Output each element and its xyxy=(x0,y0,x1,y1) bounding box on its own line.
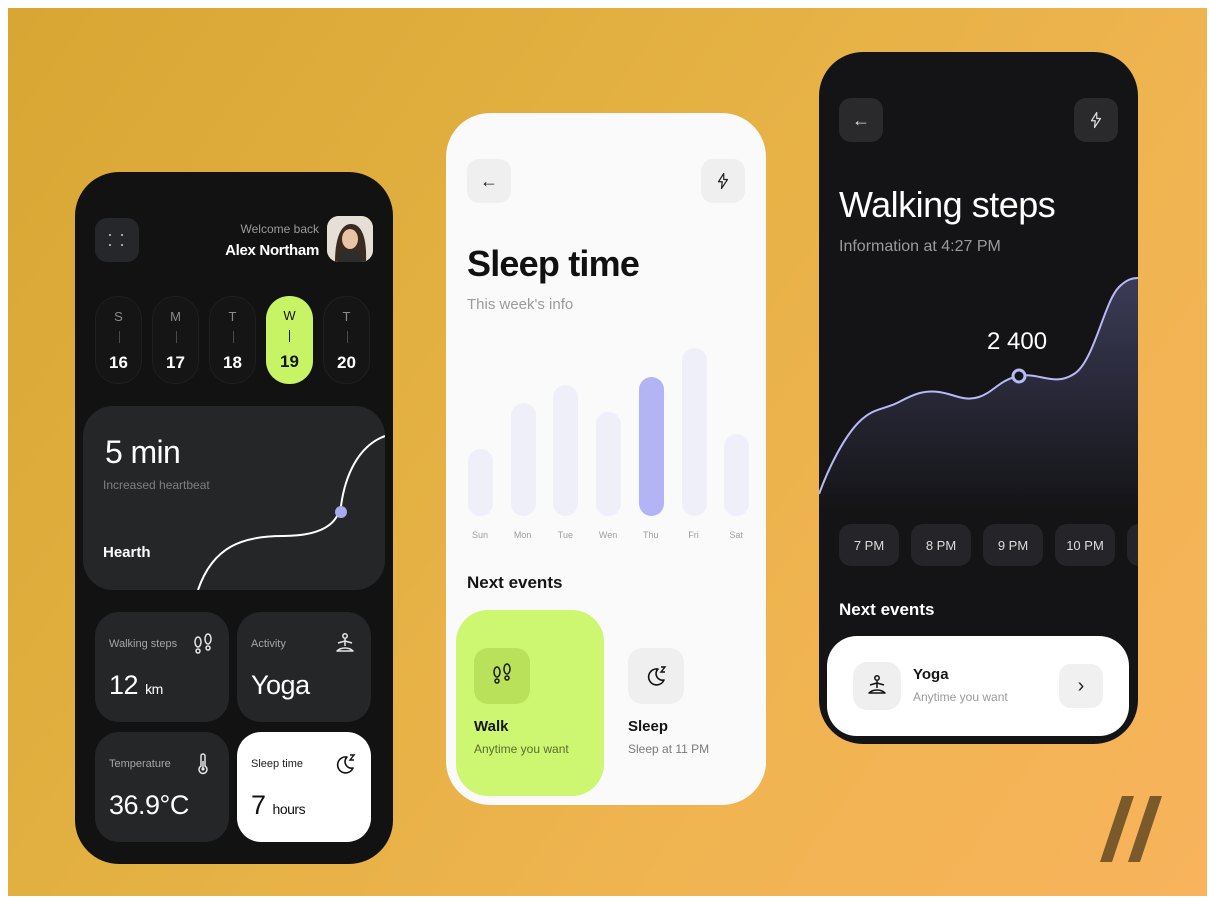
avatar[interactable] xyxy=(327,216,373,262)
sleep-bar-label: Sat xyxy=(729,530,743,540)
moon-sleep-icon xyxy=(336,754,356,774)
tile-value: 36.9°C xyxy=(109,790,189,820)
tile-value: 12 km xyxy=(109,670,163,700)
sleep-bar-label: Mon xyxy=(513,530,532,540)
sleep-bar-thu[interactable] xyxy=(638,377,664,516)
user-name: Alex Northam xyxy=(225,242,319,259)
sleep-time-tile[interactable]: Sleep time 7 hours xyxy=(237,732,371,842)
sleep-bar-sun[interactable] xyxy=(468,449,493,516)
sleep-bar-label: Sun xyxy=(471,530,488,540)
tile-label: Temperature xyxy=(109,758,171,770)
day-chip[interactable]: T 18 xyxy=(209,296,256,384)
steps-phone: ← Walking steps Information at 4:27 PM 2… xyxy=(819,52,1138,744)
time-chip-overflow[interactable] xyxy=(1127,524,1138,566)
meditation-icon xyxy=(336,633,354,652)
activity-tile[interactable]: Activity Yoga xyxy=(237,612,371,722)
heartbeat-value: 5 min xyxy=(105,434,181,470)
event-icon-box xyxy=(474,648,530,704)
brand-logo xyxy=(1100,796,1162,862)
sleep-bar-label: Fri xyxy=(688,530,699,540)
tile-label: Sleep time xyxy=(251,758,303,770)
arrow-left-icon: ← xyxy=(852,109,870,130)
sleep-bar-label: Wen xyxy=(598,530,618,540)
event-subtitle: Anytime you want xyxy=(913,690,1008,704)
time-chip[interactable]: 7 PM xyxy=(839,524,899,566)
open-event-button[interactable]: › xyxy=(1059,664,1103,708)
back-button[interactable]: ← xyxy=(839,98,883,142)
event-title: Walk xyxy=(474,718,509,735)
time-chip[interactable]: 10 PM xyxy=(1055,524,1115,566)
event-subtitle: Sleep at 11 PM xyxy=(628,742,710,756)
event-subtitle: Anytime you want xyxy=(474,742,569,756)
time-chip[interactable]: 9 PM xyxy=(983,524,1043,566)
event-card-yoga[interactable]: Yoga Anytime you want › xyxy=(827,636,1129,736)
heartbeat-subtitle: Increased heartbeat xyxy=(103,478,210,492)
heartbeat-card[interactable]: 5 min Increased heartbeat Hearth xyxy=(83,406,385,590)
arrow-left-icon: ← xyxy=(480,170,498,191)
meditation-icon xyxy=(868,675,886,694)
quick-action-button[interactable] xyxy=(701,159,745,203)
event-icon-box xyxy=(628,648,684,704)
temperature-tile[interactable]: Temperature 36.9°C xyxy=(95,732,229,842)
walking-steps-tile[interactable]: Walking steps 12 km xyxy=(95,612,229,722)
peak-value: 2 400 xyxy=(987,328,1048,355)
chevron-right-icon: › xyxy=(1077,674,1085,697)
event-card-walk[interactable]: Walk Anytime you want xyxy=(456,610,604,796)
quick-action-button[interactable] xyxy=(1074,98,1118,142)
event-card-sleep[interactable]: Sleep Sleep at 11 PM xyxy=(610,610,766,796)
day-chip-selected[interactable]: W 19 xyxy=(266,296,313,384)
event-title: Sleep xyxy=(628,718,669,735)
welcome-text: Welcome back xyxy=(240,222,319,236)
sleep-bar-tue[interactable] xyxy=(553,385,579,516)
page-subtitle: Information at 4:27 PM xyxy=(839,238,1001,255)
tile-label: Activity xyxy=(251,638,286,650)
time-chip[interactable]: 8 PM xyxy=(911,524,971,566)
page-title: Walking steps xyxy=(839,184,1056,225)
thermometer-icon xyxy=(198,753,208,775)
footsteps-icon xyxy=(194,633,212,654)
page-title: Sleep time xyxy=(467,243,640,284)
sleep-bar-sat[interactable] xyxy=(724,434,750,516)
sleep-bar-label: Tue xyxy=(557,530,573,540)
back-button[interactable]: ← xyxy=(467,159,511,203)
day-chip[interactable]: M 17 xyxy=(152,296,199,384)
sleep-bar-mon[interactable] xyxy=(510,403,536,516)
tile-label: Walking steps xyxy=(109,638,178,650)
sleep-phone: ← Sleep time This week's info Sun Mon Tue W… xyxy=(446,113,766,805)
tile-value: Yoga xyxy=(251,670,310,700)
lightning-icon xyxy=(1090,111,1102,129)
next-events-heading: Next events xyxy=(839,600,935,619)
sleep-bar-fri[interactable] xyxy=(681,348,707,516)
moon-sleep-icon xyxy=(647,666,667,686)
steps-area-chart xyxy=(819,277,1138,512)
dashboard-phone: Welcome back Alex Northam S 16 M 17 T 18 W1… xyxy=(75,172,393,864)
tile-value: 7 hours xyxy=(251,790,306,820)
page-subtitle: This week's info xyxy=(467,296,574,313)
day-picker: S 16 M 17 T 18 W 19 T 20 xyxy=(95,296,393,386)
event-title: Yoga xyxy=(913,666,949,683)
heartbeat-label: Hearth xyxy=(103,544,151,561)
menu-button[interactable] xyxy=(95,218,139,262)
day-chip[interactable]: T 20 xyxy=(323,296,370,384)
next-events-heading: Next events xyxy=(467,573,563,592)
event-icon-box xyxy=(853,662,901,710)
footsteps-icon xyxy=(493,663,511,684)
sleep-bar-label: Thu xyxy=(643,530,659,540)
lightning-icon xyxy=(717,172,729,190)
sleep-bar-wen[interactable] xyxy=(596,412,622,516)
day-chip[interactable]: S 16 xyxy=(95,296,142,384)
